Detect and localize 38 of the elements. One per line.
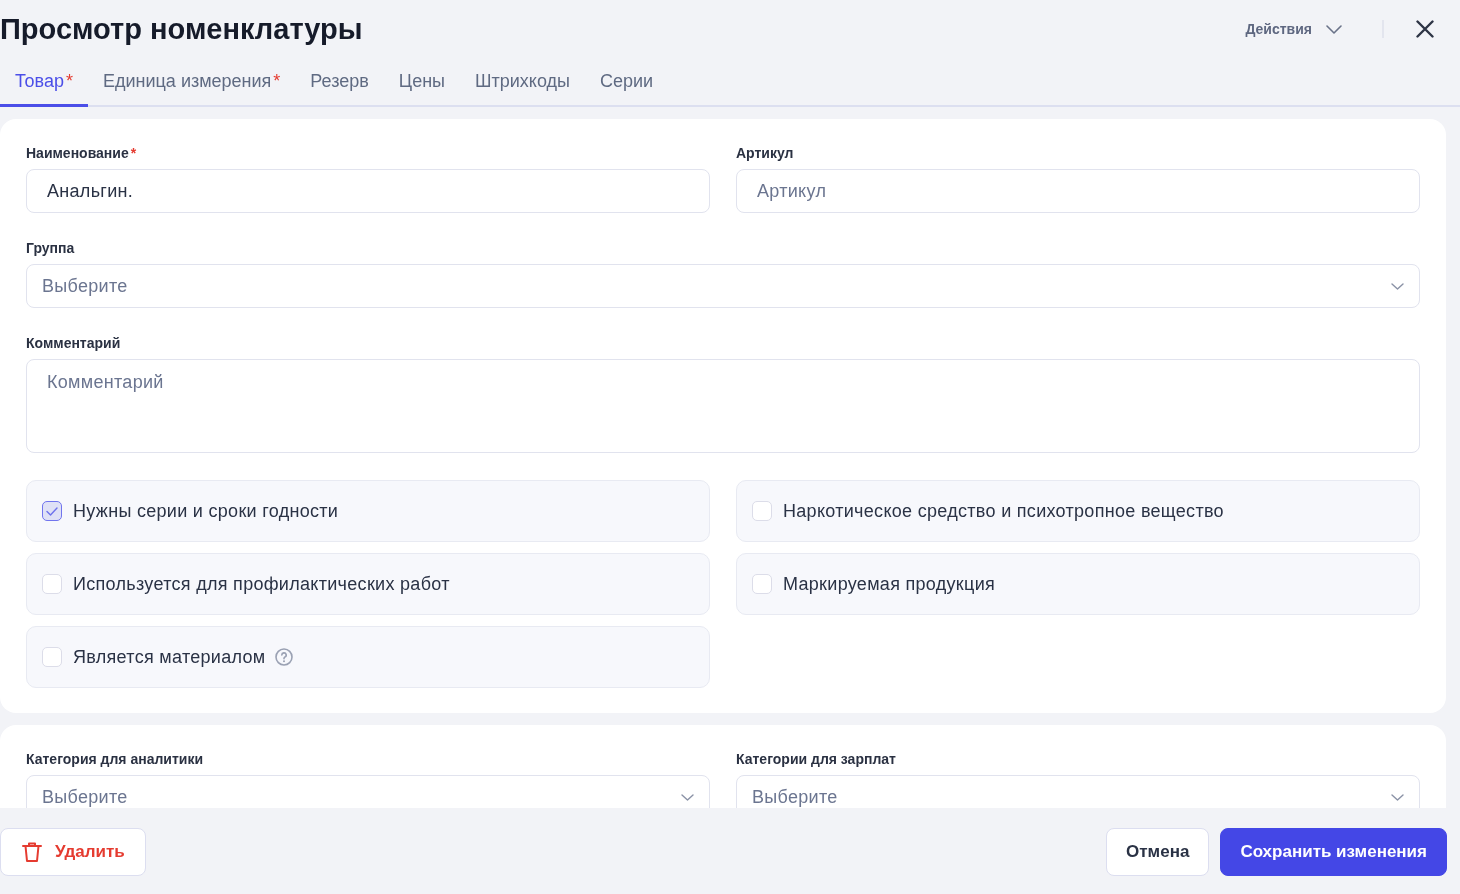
- cancel-button[interactable]: Отмена: [1106, 828, 1210, 876]
- close-button[interactable]: [1416, 20, 1434, 38]
- text-input[interactable]: Артикул: [736, 169, 1420, 213]
- close-icon: [1416, 20, 1434, 38]
- comment-textarea[interactable]: Комментарий: [26, 359, 1420, 453]
- chevron-down-icon: [1391, 282, 1404, 290]
- field-label: Категории для зарплат: [736, 751, 897, 768]
- field-label: Наименование*: [26, 145, 138, 162]
- text-input[interactable]: Анальгин.: [26, 169, 710, 213]
- field-label: Группа: [26, 240, 76, 257]
- chevron-down-icon: [1326, 24, 1342, 34]
- page-title: Просмотр номенклатуры: [0, 11, 364, 47]
- checkbox-label: Нужны серии и сроки годности: [73, 500, 339, 522]
- select-field[interactable]: Выберите: [26, 264, 1420, 308]
- chevron-down-icon: [1391, 793, 1404, 801]
- delete-button[interactable]: Удалить: [0, 828, 146, 876]
- checkbox-label: Маркируемая продукция: [783, 573, 996, 595]
- tab[interactable]: Серии: [585, 58, 669, 107]
- checkmark-icon: [46, 506, 58, 516]
- select-field[interactable]: Выберите: [736, 775, 1420, 808]
- tab[interactable]: Цены: [383, 58, 461, 107]
- select-field[interactable]: Выберите: [26, 775, 710, 808]
- save-button[interactable]: Сохранить изменения: [1220, 828, 1447, 876]
- help-icon[interactable]: [274, 648, 293, 666]
- tab[interactable]: Резерв: [295, 58, 384, 107]
- checkbox[interactable]: [42, 501, 62, 521]
- tab[interactable]: Штрихкоды: [460, 58, 585, 107]
- tab[interactable]: Единица измерения*: [88, 58, 296, 107]
- tab[interactable]: Товар*: [0, 58, 88, 107]
- chevron-down-icon: [681, 793, 694, 801]
- field-label: Артикул: [736, 145, 795, 162]
- trash-icon: [21, 841, 43, 863]
- checkbox-label: Используется для профилактических работ: [73, 573, 450, 595]
- checkbox-label: Наркотическое средство и психотропное вещество: [783, 500, 1224, 522]
- field-label: Комментарий: [26, 335, 122, 352]
- field-label: Категория для аналитики: [26, 751, 204, 768]
- actions-dropdown[interactable]: Действия: [1245, 21, 1342, 37]
- checkbox-label: Является материалом: [73, 646, 266, 668]
